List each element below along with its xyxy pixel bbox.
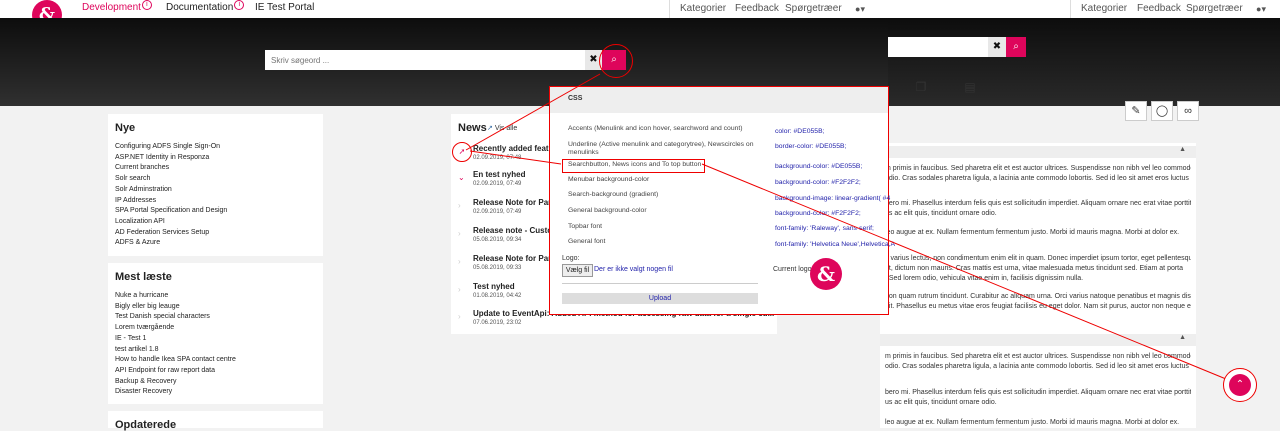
annotation-line-pin <box>469 150 562 165</box>
arrow-up-icon: ⌃ <box>1235 379 1245 390</box>
annotation-lines <box>465 73 1227 380</box>
annotation-line-totop <box>701 163 1227 380</box>
annotation-line-search <box>465 73 601 151</box>
to-top-button[interactable]: ⌃ <box>1229 374 1251 396</box>
